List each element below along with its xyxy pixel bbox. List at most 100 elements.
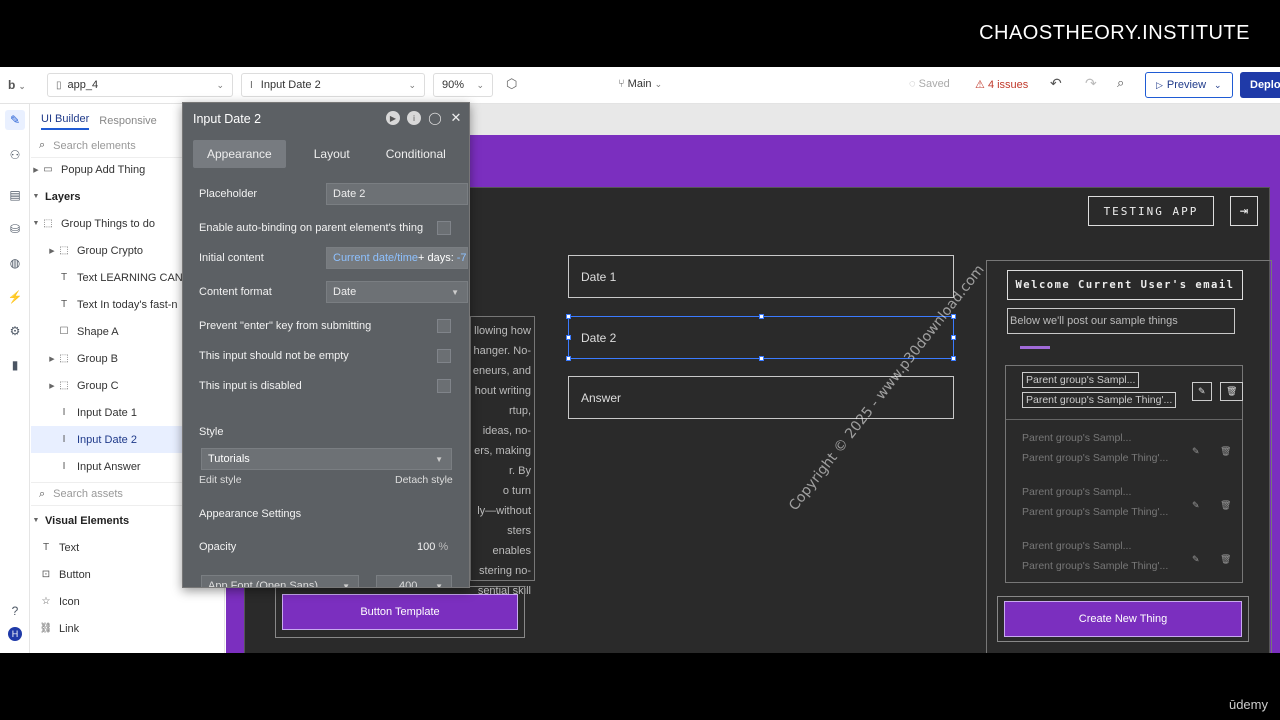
disabled-checkbox[interactable] — [437, 379, 451, 393]
text-icon: T — [60, 272, 68, 283]
play-icon[interactable]: ▶ — [386, 111, 400, 125]
detach-style-link[interactable]: Detach style — [395, 469, 455, 491]
caret-down-icon: ▼ — [435, 454, 443, 464]
popup-icon: ▭ — [43, 164, 53, 175]
element-selector[interactable]: I Input Date 2 ⌄ — [241, 73, 425, 97]
testing-app-button[interactable]: TESTING APP — [1088, 196, 1214, 226]
resize-handle[interactable] — [759, 314, 764, 319]
trash-icon[interactable]: 🗑 — [1220, 382, 1244, 401]
rg-text-name: Parent group's Sampl... — [1022, 486, 1132, 498]
chevron-down-icon: ▼ — [32, 193, 40, 200]
comment-icon[interactable]: ◯ — [428, 111, 442, 125]
info-icon[interactable]: i — [407, 111, 421, 125]
opacity-field[interactable]: 100 % — [417, 541, 448, 553]
chevron-down-icon[interactable]: ▼ — [31, 220, 41, 227]
app-selector[interactable]: ▯ app_4 ⌄ — [47, 73, 233, 97]
design-pencil-icon[interactable]: ✎ — [5, 110, 25, 130]
group-button-template[interactable]: Button Template — [275, 586, 525, 638]
placeholder-field[interactable]: Date 2 — [326, 183, 468, 205]
group-crypto[interactable]: Welcome Current User's email Below we'll… — [986, 260, 1272, 653]
logout-icon[interactable]: ⇥ — [1230, 196, 1258, 226]
edit-icon[interactable]: ✎ — [1192, 554, 1200, 565]
tab-ui-builder[interactable]: UI Builder — [41, 113, 90, 130]
input-date-1[interactable]: Date 1 — [568, 255, 954, 298]
tab-responsive[interactable]: Responsive — [99, 115, 156, 127]
workflow-icon[interactable]: ⚇ — [5, 145, 25, 165]
star-icon: ☆ — [41, 596, 51, 607]
rg-cell-row[interactable]: Parent group's Sampl... Parent group's Sa… — [1006, 528, 1242, 582]
palette-icon[interactable]: ◍ — [5, 253, 25, 273]
rg-cell-row[interactable]: Parent group's Sampl... Parent group's Sa… — [1006, 420, 1242, 474]
autobind-checkbox[interactable] — [437, 221, 451, 235]
chevron-right-icon[interactable]: ▶ — [47, 247, 57, 255]
visual-element-link[interactable]: ⛓ Link — [31, 615, 225, 642]
property-editor[interactable]: Input Date 2 ▶ i ◯ ✕ Appearance Layout C… — [182, 102, 470, 588]
warning-icon: ⚠ — [975, 79, 985, 91]
text-in-todays-fast[interactable]: llowing how hanger. No-eneurs, and hout wr… — [470, 316, 535, 597]
edit-icon[interactable]: ✎ — [1192, 446, 1200, 457]
tab-layout[interactable]: Layout — [300, 140, 364, 168]
weight-select[interactable]: 400 ▼ — [376, 575, 452, 587]
not-empty-checkbox[interactable] — [437, 349, 451, 363]
rg-text-detail: Parent group's Sample Thing'... — [1022, 392, 1177, 408]
button-template[interactable]: Button Template — [282, 594, 518, 630]
plugin-icon[interactable]: ⚡ — [5, 287, 25, 307]
resize-handle[interactable] — [759, 356, 764, 361]
resize-handle[interactable] — [566, 335, 571, 340]
search-icon[interactable]: ⌕ — [1117, 75, 1124, 91]
branch-selector[interactable]: ⑂ Main ⌄ — [618, 78, 662, 90]
paragraph-line: rtup, — [508, 405, 531, 417]
trash-icon[interactable]: 🗑 — [1220, 554, 1231, 565]
rg-cell-row[interactable]: Parent group's Sampl... Parent group's Sa… — [1006, 366, 1244, 420]
prevent-enter-checkbox[interactable] — [437, 319, 451, 333]
group-create-new[interactable]: Create New Thing — [997, 596, 1249, 642]
database-icon[interactable]: ⛁ — [5, 219, 25, 239]
preview-button[interactable]: ▷ Preview ⌄ — [1145, 72, 1233, 98]
redo-icon[interactable]: ↷ — [1085, 75, 1097, 92]
layer-label: Input Date 2 — [77, 433, 137, 446]
create-new-thing-button[interactable]: Create New Thing — [1004, 601, 1242, 637]
group-icon: ⬚ — [59, 353, 69, 364]
chevron-right-icon[interactable]: ▶ — [47, 355, 57, 363]
edit-icon[interactable]: ✎ — [1192, 382, 1212, 401]
zoom-selector[interactable]: 90% ⌄ — [433, 73, 493, 97]
resize-handle[interactable] — [566, 314, 571, 319]
edit-icon[interactable]: ✎ — [1192, 500, 1200, 511]
repeating-group[interactable]: Parent group's Sampl... Parent group's Sa… — [1005, 365, 1244, 583]
help-icon[interactable]: ? — [5, 601, 25, 621]
resize-handle[interactable] — [951, 335, 956, 340]
close-icon[interactable]: ✕ — [449, 110, 463, 125]
bubble-editor: b ⌄ ▯ app_4 ⌄ I Input Date 2 ⌄ 90% ⌄ ⬡ ⑂… — [0, 67, 1280, 653]
rg-text-name: Parent group's Sampl... — [1022, 372, 1140, 388]
input-icon: I — [62, 407, 66, 418]
style-select[interactable]: Tutorials ▼ — [201, 448, 452, 470]
undo-icon[interactable]: ↶ — [1050, 75, 1062, 92]
chevron-right-icon[interactable]: ▶ — [47, 382, 57, 390]
visual-element-icon[interactable]: ☆ Icon — [31, 588, 225, 615]
paragraph-line: enables — [492, 545, 531, 557]
data-table-icon[interactable]: ▤ — [5, 185, 25, 205]
rg-cell-row[interactable]: Parent group's Sampl... Parent group's Sa… — [1006, 474, 1242, 528]
settings-gear-icon[interactable]: ⚙ — [5, 321, 25, 341]
trash-icon[interactable]: 🗑 — [1220, 500, 1231, 511]
tab-appearance[interactable]: Appearance — [193, 140, 286, 168]
resize-handle[interactable] — [566, 356, 571, 361]
issues-button[interactable]: ⚠ 4 issues — [975, 78, 1028, 91]
opacity-row: Opacity 100 % — [199, 541, 449, 553]
initial-content-field[interactable]: Current date/time + days: -7 — [326, 247, 468, 269]
input-date-2[interactable]: Date 2 — [568, 316, 954, 359]
cube-icon[interactable]: ⬡ — [506, 76, 517, 92]
resize-handle[interactable] — [951, 356, 956, 361]
shape-icon: ☐ — [59, 326, 69, 337]
trash-icon[interactable]: 🗑 — [1220, 446, 1231, 457]
check-circle-icon: ◌ — [909, 78, 916, 90]
divider-line — [1020, 346, 1050, 349]
content-format-select[interactable]: Date ▼ — [326, 281, 468, 303]
logs-chart-icon[interactable]: ▮ — [5, 355, 25, 375]
tab-conditional[interactable]: Conditional — [372, 140, 460, 168]
saved-status: ◌ Saved — [909, 78, 950, 90]
app-logo[interactable]: b ⌄ — [0, 78, 40, 92]
avatar[interactable]: H — [8, 627, 22, 641]
font-select[interactable]: App Font (Open Sans) ▼ — [201, 575, 359, 587]
deploy-button[interactable]: Deploy — [1240, 72, 1280, 98]
